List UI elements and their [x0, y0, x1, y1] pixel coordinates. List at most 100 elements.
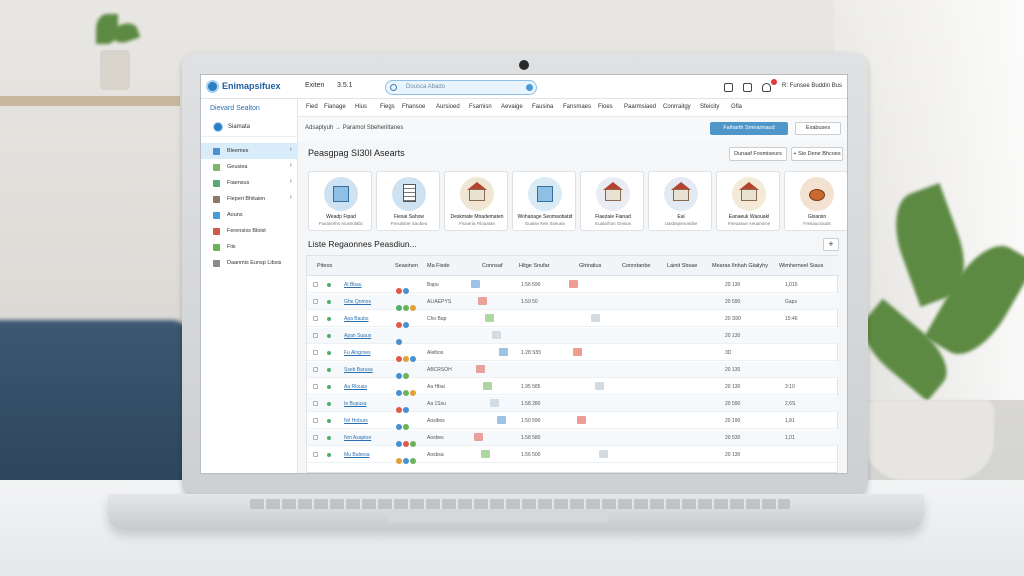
- primary-action-button[interactable]: Faiharth Smirarinaud: [710, 122, 788, 135]
- nav-tab[interactable]: Fansmaes: [563, 104, 591, 110]
- search-input[interactable]: Dousca Abado: [385, 80, 537, 95]
- row-checkbox[interactable]: [313, 316, 318, 321]
- sidebar-item[interactable]: Fiis: [201, 239, 298, 255]
- sidebar-item[interactable]: Fleperi Bhitaien ›: [201, 191, 298, 207]
- row-checkbox[interactable]: [313, 282, 318, 287]
- row-checkbox[interactable]: [313, 418, 318, 423]
- nav-tab[interactable]: Hius: [355, 104, 367, 110]
- row-link[interactable]: Apa Baubs: [344, 316, 368, 322]
- row-checkbox[interactable]: [313, 333, 318, 338]
- nav-tab[interactable]: Fied: [306, 104, 318, 110]
- user-name: Exiten: [305, 82, 325, 89]
- table-row[interactable]: Ie Bupusa Aa 1Ssu 1.58 280 20 590 2,6S: [307, 396, 839, 413]
- table-row[interactable]: Ghe Qnmos ALIAEPYS 1.59 50 20 590 Gaps: [307, 294, 839, 311]
- printer-icon[interactable]: [743, 83, 752, 92]
- card-title: Gixarsin: [807, 214, 827, 220]
- sidebar-item[interactable]: Aouns: [201, 207, 298, 223]
- table-row[interactable]: Nrl Hnburs Aoslbos 1.50 590 20 190 1,81: [307, 413, 839, 430]
- table-row[interactable]: Mu Bubeoa Aosbsa 1.56 500 20 130: [307, 447, 839, 464]
- property-card[interactable]: Gixarsin Fresaucrauds: [784, 171, 847, 231]
- section-button-one[interactable]: Dunaaf Fosmiseurs: [729, 147, 787, 161]
- column-header[interactable]: Lainit Sbsae: [667, 263, 697, 269]
- add-button[interactable]: +: [823, 238, 839, 251]
- wall-shelf: [0, 96, 180, 106]
- nav-tab[interactable]: Fianage: [324, 104, 346, 110]
- property-card[interactable]: Weadp Fipad Fusanrehs Aiosnolabc: [308, 171, 372, 231]
- nav-tab[interactable]: Fausina: [532, 104, 553, 110]
- table-row[interactable]: Al Bbau Bapu 1.56 590 20 130 1,015: [307, 277, 839, 294]
- row-chips: [396, 281, 410, 294]
- table-row[interactable]: Fu Alogroes Alelbos 1.28 S55 3D: [307, 345, 839, 362]
- section-button-two[interactable]: + Sio Dene Bhcoes: [791, 147, 843, 161]
- property-card[interactable]: Fiesai Sahow Fenulstne Saobeu: [376, 171, 440, 231]
- property-card[interactable]: Wohanage Seomaobatid Euaise Nes Sseuea: [512, 171, 576, 231]
- row-chips: [396, 366, 410, 379]
- column-header[interactable]: Mearas Ilnhah Glaiiyhy: [712, 263, 768, 269]
- table-row[interactable]: Apan Suaus 20 130: [307, 328, 839, 345]
- sidebar-profile[interactable]: Siamata: [201, 119, 298, 137]
- status-dot: [327, 436, 331, 440]
- property-card[interactable]: Deskmate Moadematen Fiuseria Filouaste: [444, 171, 508, 231]
- row-checkbox[interactable]: [313, 367, 318, 372]
- calendar-icon[interactable]: [724, 83, 733, 92]
- row-checkbox[interactable]: [313, 384, 318, 389]
- row-link[interactable]: Al Bbau: [344, 282, 362, 288]
- row-checkbox[interactable]: [313, 299, 318, 304]
- column-header[interactable]: Piteos: [317, 263, 332, 269]
- nav-tab[interactable]: Fiegs: [380, 104, 395, 110]
- header-user-label[interactable]: R: Funsee Buddin Bus: [782, 83, 842, 89]
- column-header[interactable]: Conrstanbe: [622, 263, 650, 269]
- table-row[interactable]: Nm Asaptoo Aosbes 1.58 580 20 530 1,01: [307, 430, 839, 447]
- sidebar-item[interactable]: Fiaensus ›: [201, 175, 298, 191]
- sidebar-item[interactable]: Geusiea ›: [201, 159, 298, 175]
- nav-tab[interactable]: Conrraitgy: [663, 104, 691, 110]
- microphone-icon[interactable]: [526, 84, 533, 91]
- sidebar-item[interactable]: Ferensixs Bloist: [201, 223, 298, 239]
- property-card[interactable]: Fiaezaie Fianad Euaiarhon Geisus: [580, 171, 644, 231]
- column-header[interactable]: Seasinen: [395, 263, 418, 269]
- table-row[interactable]: Sseb Barusa ABCRSOH 20 130: [307, 362, 839, 379]
- column-header[interactable]: Ghtratius: [579, 263, 601, 269]
- row-chips: [396, 349, 417, 362]
- table-row[interactable]: Aa Rlouas Aa Hbai 1.95 585 20 130 3:10: [307, 379, 839, 396]
- row-link[interactable]: Ie Bupusa: [344, 401, 367, 407]
- sidebar-item[interactable]: Daanmis Eunsp Libsis: [201, 255, 298, 271]
- sidebar-item-label: Fiaensus: [227, 180, 250, 186]
- nav-tab[interactable]: Aevaige: [501, 104, 523, 110]
- status-dot: [327, 453, 331, 457]
- row-link[interactable]: Nrl Hnburs: [344, 418, 368, 424]
- table-row[interactable]: Apa Baubs Cho Bap 20 S90 15:46: [307, 311, 839, 328]
- nav-tab[interactable]: Fhansoe: [402, 104, 425, 110]
- row-link[interactable]: Fu Alogroes: [344, 350, 371, 356]
- nav-tab[interactable]: Aursioed: [436, 104, 460, 110]
- nav-tab[interactable]: Fsamisn: [469, 104, 492, 110]
- column-header[interactable]: Wimhemeel Siaus: [779, 263, 823, 269]
- row-checkbox[interactable]: [313, 401, 318, 406]
- row-link[interactable]: Apan Suaus: [344, 333, 371, 339]
- row-checkbox[interactable]: [313, 435, 318, 440]
- thumbnail-icon: [476, 365, 485, 373]
- row-code: ALIAEPYS: [427, 299, 452, 305]
- row-link[interactable]: Mu Bubeoa: [344, 452, 370, 458]
- breadcrumb[interactable]: Adsaptyuh → Paramol Sbeheriltanes: [305, 125, 403, 131]
- row-checkbox[interactable]: [313, 452, 318, 457]
- property-card[interactable]: Eal Uasbepenoedse: [648, 171, 712, 231]
- row-checkbox[interactable]: [313, 350, 318, 355]
- secondary-action-button[interactable]: Exabuses: [795, 122, 841, 135]
- column-header[interactable]: Hitge Snufar: [519, 263, 550, 269]
- property-card[interactable]: Eanaeuk Waouakl Feeuasue Aeuamiine: [716, 171, 780, 231]
- nav-tab[interactable]: Paarmsiaed: [624, 104, 656, 110]
- nav-tab[interactable]: Fioes: [598, 104, 613, 110]
- card-image: [460, 177, 494, 211]
- bell-icon[interactable]: [762, 83, 771, 92]
- nav-tab[interactable]: Gfla: [731, 104, 742, 110]
- nav-tab[interactable]: Sfeicity: [700, 104, 719, 110]
- brand-name[interactable]: Enimapsifuex: [222, 81, 281, 91]
- column-header[interactable]: Ma Fisde: [427, 263, 450, 269]
- row-link[interactable]: Nm Asaptoo: [344, 435, 371, 441]
- sidebar-item[interactable]: Bleemes ›: [201, 143, 298, 159]
- row-link[interactable]: Ghe Qnmos: [344, 299, 371, 305]
- column-header[interactable]: Connsaf: [482, 263, 503, 269]
- row-link[interactable]: Aa Rlouas: [344, 384, 367, 390]
- row-link[interactable]: Sseb Barusa: [344, 367, 373, 373]
